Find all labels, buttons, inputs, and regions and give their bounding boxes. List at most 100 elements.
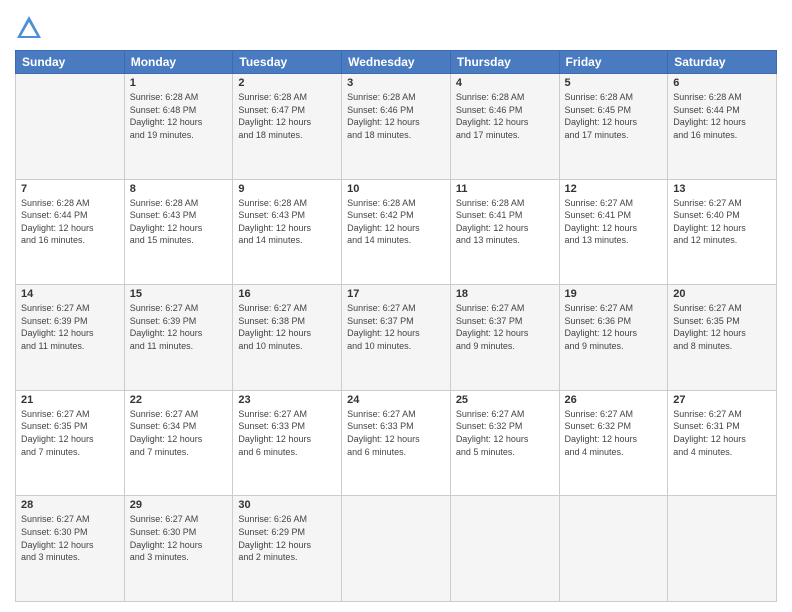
day-number: 21 <box>21 394 119 406</box>
calendar-day-cell: 29 Sunrise: 6:27 AM Sunset: 6:30 PM Dayli… <box>124 496 233 602</box>
day-number: 16 <box>238 288 336 300</box>
day-info: Sunrise: 6:27 AM Sunset: 6:30 PM Dayligh… <box>130 513 228 563</box>
day-number: 3 <box>347 77 445 89</box>
calendar-day-cell: 21Sunrise: 6:27 AM Sunset: 6:35 PM Dayli… <box>16 390 125 496</box>
logo <box>15 14 47 42</box>
day-number: 8 <box>130 183 228 195</box>
calendar-day-cell: 15 Sunrise: 6:27 AM Sunset: 6:39 PM Dayli… <box>124 285 233 391</box>
day-number: 11 <box>456 183 554 195</box>
calendar-day-cell: 27 Sunrise: 6:27 AM Sunset: 6:31 PM Dayli… <box>668 390 777 496</box>
calendar-day-cell: 7Sunrise: 6:28 AM Sunset: 6:44 PM Daylig… <box>16 179 125 285</box>
day-info: Sunrise: 6:28 AM Sunset: 6:43 PM Dayligh… <box>238 197 336 247</box>
day-info: Sunrise: 6:28 AM Sunset: 6:42 PM Dayligh… <box>347 197 445 247</box>
calendar-day-cell: 30Sunrise: 6:26 AM Sunset: 6:29 PM Dayli… <box>233 496 342 602</box>
calendar-day-cell: 16 Sunrise: 6:27 AM Sunset: 6:38 PM Dayli… <box>233 285 342 391</box>
day-number: 10 <box>347 183 445 195</box>
calendar-day-cell: 19Sunrise: 6:27 AM Sunset: 6:36 PM Dayli… <box>559 285 668 391</box>
calendar-day-cell: 12Sunrise: 6:27 AM Sunset: 6:41 PM Dayli… <box>559 179 668 285</box>
day-number: 6 <box>673 77 771 89</box>
day-number: 20 <box>673 288 771 300</box>
day-number: 27 <box>673 394 771 406</box>
day-info: Sunrise: 6:27 AM Sunset: 6:40 PM Dayligh… <box>673 197 771 247</box>
weekday-header-cell: Friday <box>559 51 668 74</box>
day-info: Sunrise: 6:28 AM Sunset: 6:46 PM Dayligh… <box>456 91 554 141</box>
calendar-day-cell: 4 Sunrise: 6:28 AM Sunset: 6:46 PM Daylig… <box>450 74 559 180</box>
calendar-table: SundayMondayTuesdayWednesdayThursdayFrid… <box>15 50 777 602</box>
calendar-day-cell: 22 Sunrise: 6:27 AM Sunset: 6:34 PM Dayli… <box>124 390 233 496</box>
weekday-header-row: SundayMondayTuesdayWednesdayThursdayFrid… <box>16 51 777 74</box>
day-info: Sunrise: 6:26 AM Sunset: 6:29 PM Dayligh… <box>238 513 336 563</box>
logo-icon <box>15 14 43 42</box>
day-info: Sunrise: 6:27 AM Sunset: 6:37 PM Dayligh… <box>456 302 554 352</box>
day-number: 17 <box>347 288 445 300</box>
calendar-week-row: 14 Sunrise: 6:27 AM Sunset: 6:39 PM Dayli… <box>16 285 777 391</box>
calendar-week-row: 28 Sunrise: 6:27 AM Sunset: 6:30 PM Dayli… <box>16 496 777 602</box>
day-info: Sunrise: 6:28 AM Sunset: 6:46 PM Dayligh… <box>347 91 445 141</box>
calendar-day-cell: 10 Sunrise: 6:28 AM Sunset: 6:42 PM Dayli… <box>342 179 451 285</box>
day-info: Sunrise: 6:27 AM Sunset: 6:37 PM Dayligh… <box>347 302 445 352</box>
day-info: Sunrise: 6:27 AM Sunset: 6:38 PM Dayligh… <box>238 302 336 352</box>
day-number: 29 <box>130 499 228 511</box>
day-number: 22 <box>130 394 228 406</box>
day-number: 9 <box>238 183 336 195</box>
day-info: Sunrise: 6:28 AM Sunset: 6:47 PM Dayligh… <box>238 91 336 141</box>
day-number: 26 <box>565 394 663 406</box>
calendar-day-cell: 28 Sunrise: 6:27 AM Sunset: 6:30 PM Dayli… <box>16 496 125 602</box>
day-info: Sunrise: 6:28 AM Sunset: 6:45 PM Dayligh… <box>565 91 663 141</box>
calendar-day-cell: 24 Sunrise: 6:27 AM Sunset: 6:33 PM Dayli… <box>342 390 451 496</box>
header <box>15 10 777 42</box>
day-info: Sunrise: 6:27 AM Sunset: 6:34 PM Dayligh… <box>130 408 228 458</box>
day-info: Sunrise: 6:27 AM Sunset: 6:32 PM Dayligh… <box>565 408 663 458</box>
calendar-day-cell: 13 Sunrise: 6:27 AM Sunset: 6:40 PM Dayli… <box>668 179 777 285</box>
day-number: 15 <box>130 288 228 300</box>
day-info: Sunrise: 6:27 AM Sunset: 6:32 PM Dayligh… <box>456 408 554 458</box>
weekday-header-cell: Tuesday <box>233 51 342 74</box>
day-number: 13 <box>673 183 771 195</box>
day-info: Sunrise: 6:28 AM Sunset: 6:48 PM Dayligh… <box>130 91 228 141</box>
day-info: Sunrise: 6:27 AM Sunset: 6:33 PM Dayligh… <box>238 408 336 458</box>
calendar-week-row: 1 Sunrise: 6:28 AM Sunset: 6:48 PM Daylig… <box>16 74 777 180</box>
calendar-day-cell <box>668 496 777 602</box>
day-number: 5 <box>565 77 663 89</box>
calendar-day-cell: 25 Sunrise: 6:27 AM Sunset: 6:32 PM Dayli… <box>450 390 559 496</box>
day-info: Sunrise: 6:27 AM Sunset: 6:30 PM Dayligh… <box>21 513 119 563</box>
weekday-header-cell: Sunday <box>16 51 125 74</box>
calendar-day-cell: 9 Sunrise: 6:28 AM Sunset: 6:43 PM Daylig… <box>233 179 342 285</box>
calendar-day-cell: 8 Sunrise: 6:28 AM Sunset: 6:43 PM Daylig… <box>124 179 233 285</box>
calendar-day-cell: 3 Sunrise: 6:28 AM Sunset: 6:46 PM Daylig… <box>342 74 451 180</box>
calendar-day-cell <box>450 496 559 602</box>
day-number: 18 <box>456 288 554 300</box>
weekday-header-cell: Saturday <box>668 51 777 74</box>
calendar-week-row: 21Sunrise: 6:27 AM Sunset: 6:35 PM Dayli… <box>16 390 777 496</box>
calendar-day-cell: 5 Sunrise: 6:28 AM Sunset: 6:45 PM Daylig… <box>559 74 668 180</box>
calendar-day-cell: 1 Sunrise: 6:28 AM Sunset: 6:48 PM Daylig… <box>124 74 233 180</box>
day-number: 28 <box>21 499 119 511</box>
day-info: Sunrise: 6:27 AM Sunset: 6:39 PM Dayligh… <box>21 302 119 352</box>
calendar-day-cell: 20Sunrise: 6:27 AM Sunset: 6:35 PM Dayli… <box>668 285 777 391</box>
page: SundayMondayTuesdayWednesdayThursdayFrid… <box>0 0 792 612</box>
day-info: Sunrise: 6:27 AM Sunset: 6:31 PM Dayligh… <box>673 408 771 458</box>
day-number: 23 <box>238 394 336 406</box>
calendar-day-cell <box>16 74 125 180</box>
calendar-week-row: 7Sunrise: 6:28 AM Sunset: 6:44 PM Daylig… <box>16 179 777 285</box>
day-number: 14 <box>21 288 119 300</box>
day-number: 2 <box>238 77 336 89</box>
day-info: Sunrise: 6:28 AM Sunset: 6:44 PM Dayligh… <box>673 91 771 141</box>
calendar-day-cell: 23 Sunrise: 6:27 AM Sunset: 6:33 PM Dayli… <box>233 390 342 496</box>
calendar-day-cell: 11 Sunrise: 6:28 AM Sunset: 6:41 PM Dayli… <box>450 179 559 285</box>
calendar-day-cell <box>559 496 668 602</box>
weekday-header-cell: Wednesday <box>342 51 451 74</box>
calendar-day-cell <box>342 496 451 602</box>
calendar-day-cell: 18 Sunrise: 6:27 AM Sunset: 6:37 PM Dayli… <box>450 285 559 391</box>
day-info: Sunrise: 6:27 AM Sunset: 6:36 PM Dayligh… <box>565 302 663 352</box>
day-number: 12 <box>565 183 663 195</box>
day-info: Sunrise: 6:27 AM Sunset: 6:33 PM Dayligh… <box>347 408 445 458</box>
day-info: Sunrise: 6:28 AM Sunset: 6:41 PM Dayligh… <box>456 197 554 247</box>
day-number: 24 <box>347 394 445 406</box>
calendar-body: 1 Sunrise: 6:28 AM Sunset: 6:48 PM Daylig… <box>16 74 777 602</box>
day-info: Sunrise: 6:27 AM Sunset: 6:39 PM Dayligh… <box>130 302 228 352</box>
day-number: 25 <box>456 394 554 406</box>
day-number: 4 <box>456 77 554 89</box>
day-number: 1 <box>130 77 228 89</box>
day-info: Sunrise: 6:28 AM Sunset: 6:43 PM Dayligh… <box>130 197 228 247</box>
